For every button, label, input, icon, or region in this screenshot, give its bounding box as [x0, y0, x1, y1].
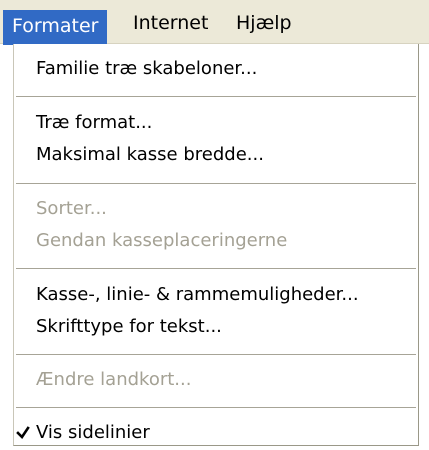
- menu-item-label: Skrifttype for tekst...: [36, 316, 222, 337]
- menu-item-sorter: Sorter...: [14, 195, 418, 223]
- menu-separator: [16, 268, 416, 269]
- menu-item-label: Træ format...: [36, 112, 153, 133]
- menu-internet[interactable]: Internet: [124, 8, 217, 38]
- menu-item-maksimal-kasse-bredde[interactable]: Maksimal kasse bredde...: [14, 141, 418, 169]
- menu-bar: Formater Internet Hjælp: [0, 0, 429, 45]
- menu-item-label: Kasse-, linie- & rammemuligheder...: [36, 284, 359, 305]
- screen: Formater Internet Hjælp Familie træ skab…: [0, 0, 429, 450]
- menu-hjaelp[interactable]: Hjælp: [227, 8, 301, 38]
- menu-item-label: Sorter...: [36, 198, 107, 219]
- menu-item-label: Vis sidelinier: [36, 422, 150, 443]
- menu-item-kasse-linie-rammemuligheder[interactable]: Kasse-, linie- & rammemuligheder...: [14, 281, 418, 309]
- check-icon: [14, 419, 32, 447]
- menu-item-label: Maksimal kasse bredde...: [36, 144, 264, 165]
- menu-separator: [16, 354, 416, 355]
- menu-item-aendre-landkort: Ændre landkort...: [14, 366, 418, 394]
- formater-dropdown: Familie træ skabeloner... Træ format... …: [13, 44, 419, 446]
- menu-separator: [16, 183, 416, 184]
- menu-item-vis-sidelinier[interactable]: Vis sidelinier: [14, 419, 418, 447]
- menu-item-label: Gendan kasseplaceringerne: [36, 230, 288, 251]
- menu-item-skrifttype-for-tekst[interactable]: Skrifttype for tekst...: [14, 313, 418, 341]
- menu-item-familie-trae-skabeloner[interactable]: Familie træ skabeloner...: [14, 55, 418, 83]
- menu-formater[interactable]: Formater: [3, 10, 108, 45]
- menu-item-label: Ændre landkort...: [36, 369, 192, 390]
- menu-separator: [16, 96, 416, 97]
- menu-item-trae-format[interactable]: Træ format...: [14, 109, 418, 137]
- menu-item-gendan-kasseplaceringerne: Gendan kasseplaceringerne: [14, 227, 418, 255]
- menu-item-label: Familie træ skabeloner...: [36, 58, 258, 79]
- menu-separator: [16, 407, 416, 408]
